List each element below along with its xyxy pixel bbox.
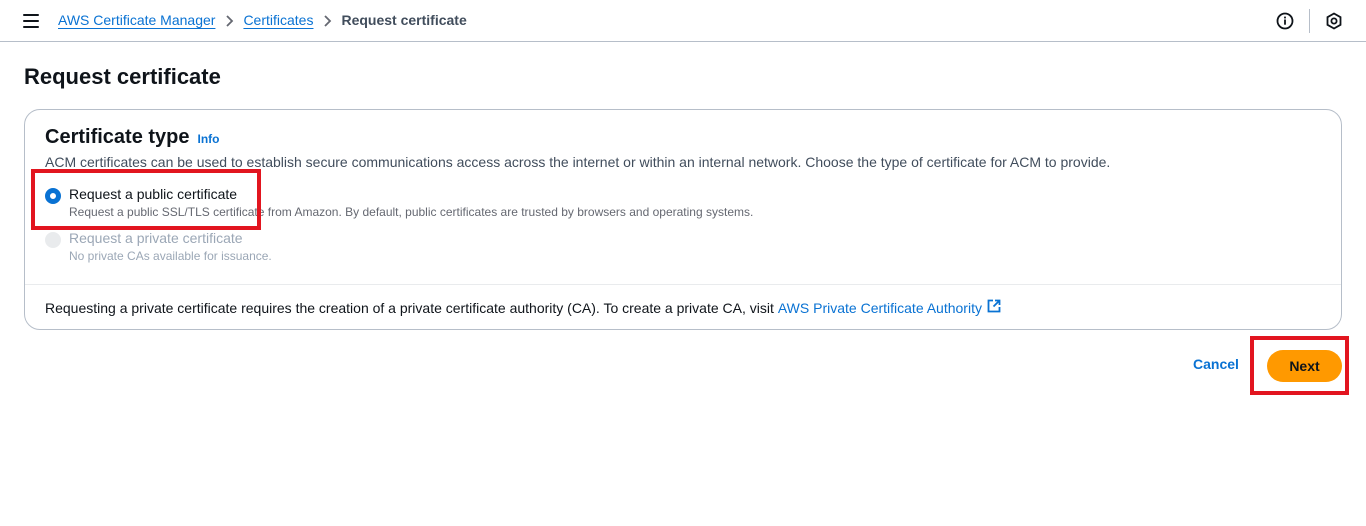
page-title: Request certificate — [24, 64, 221, 89]
toolbar-divider — [1309, 9, 1310, 33]
chevron-right-icon — [313, 12, 341, 28]
next-button[interactable]: Next — [1267, 350, 1342, 382]
cancel-button[interactable]: Cancel — [1187, 356, 1245, 376]
external-link-icon[interactable] — [987, 299, 1001, 316]
panel-footer: Requesting a private certificate require… — [45, 299, 1001, 316]
radio-label-public: Request a public certificate — [69, 186, 238, 202]
info-circle-icon[interactable] — [1275, 11, 1295, 31]
breadcrumb-certificates[interactable]: Certificates — [243, 12, 313, 28]
radio-text: Request a public certificate Request a p… — [69, 186, 753, 219]
radio-desc-private: No private CAs available for issuance. — [69, 249, 272, 263]
breadcrumb-current: Request certificate — [341, 12, 467, 28]
certificate-type-panel: Certificate type Info ACM certificates c… — [24, 109, 1342, 330]
panel-divider — [25, 284, 1341, 285]
section-header: Certificate type Info — [45, 126, 220, 149]
radio-text: Request a private certificate No private… — [69, 230, 272, 263]
topbar-tools — [1275, 9, 1344, 33]
private-ca-link[interactable]: AWS Private Certificate Authority — [778, 300, 982, 316]
radio-button-private — [45, 232, 61, 248]
footer-text: Requesting a private certificate require… — [45, 299, 774, 316]
breadcrumb-aws-certificate-manager[interactable]: AWS Certificate Manager — [58, 12, 215, 28]
radio-desc-public: Request a public SSL/TLS certificate fro… — [69, 205, 754, 219]
section-title: Certificate type — [45, 126, 190, 148]
radio-option-public[interactable]: Request a public certificate Request a p… — [45, 186, 753, 219]
radio-button-public[interactable] — [45, 188, 61, 204]
chevron-right-icon — [215, 12, 243, 28]
breadcrumb: AWS Certificate Manager Certificates Req… — [58, 12, 467, 28]
radio-label-private: Request a private certificate — [69, 230, 243, 246]
settings-hexagon-icon[interactable] — [1324, 11, 1344, 31]
info-link[interactable]: Info — [198, 132, 220, 146]
radio-option-private: Request a private certificate No private… — [45, 230, 272, 263]
hamburger-icon[interactable] — [23, 14, 39, 28]
section-description: ACM certificates can be used to establis… — [45, 154, 1111, 170]
top-navigation-bar: AWS Certificate Manager Certificates Req… — [0, 0, 1366, 42]
